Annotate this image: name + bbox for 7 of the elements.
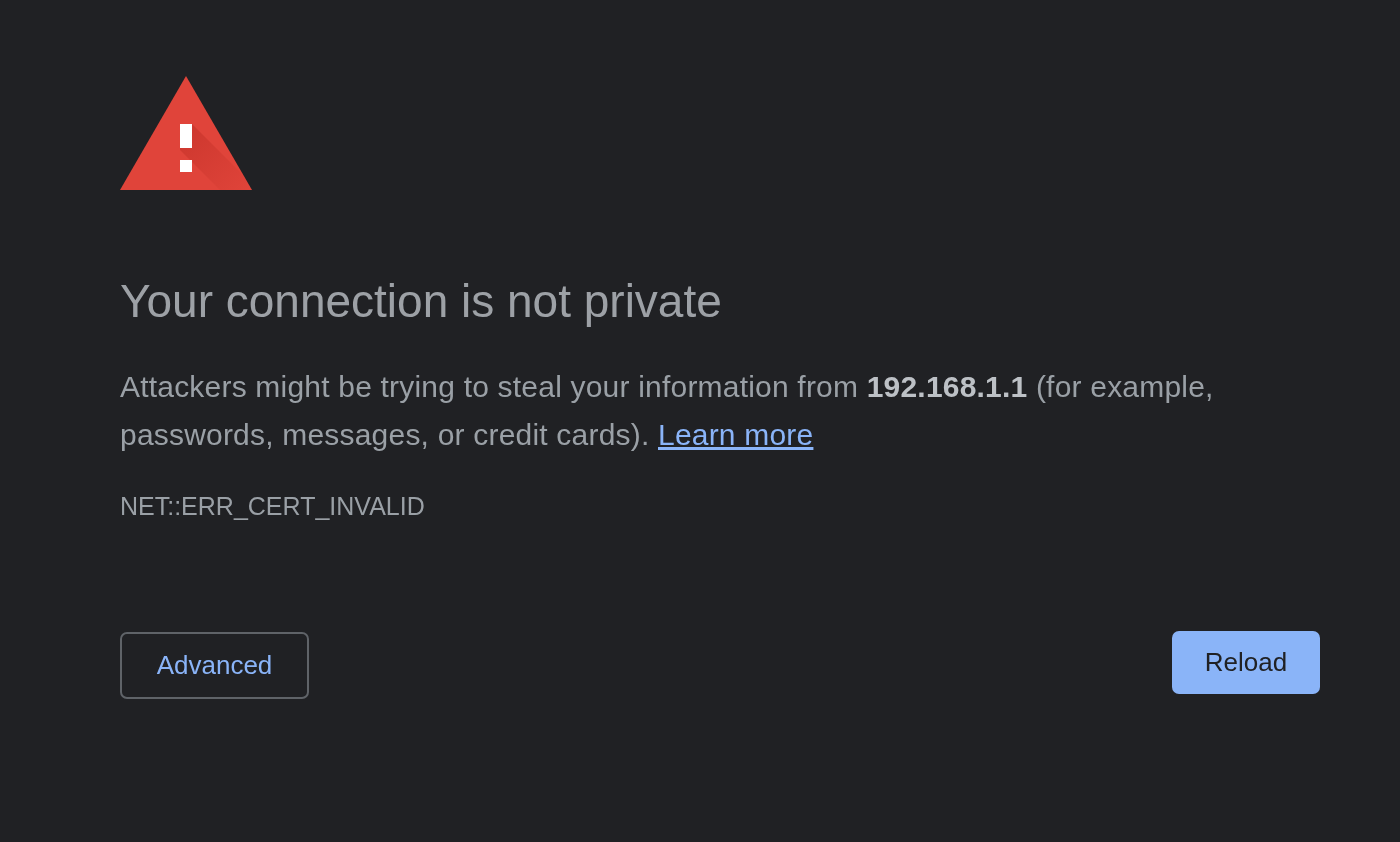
reload-button[interactable]: Reload [1172, 631, 1320, 694]
page-heading: Your connection is not private [120, 275, 723, 328]
advanced-button[interactable]: Advanced [120, 632, 309, 699]
learn-more-link[interactable]: Learn more [658, 418, 814, 451]
warning-message: Attackers might be trying to steal your information from 192.168.1.1 (for example, passwords, messages, or credit cards). Learn more [120, 369, 1215, 453]
error-code: NET::ERR_CERT_INVALID [120, 492, 426, 520]
warning-triangle-icon [120, 76, 252, 190]
